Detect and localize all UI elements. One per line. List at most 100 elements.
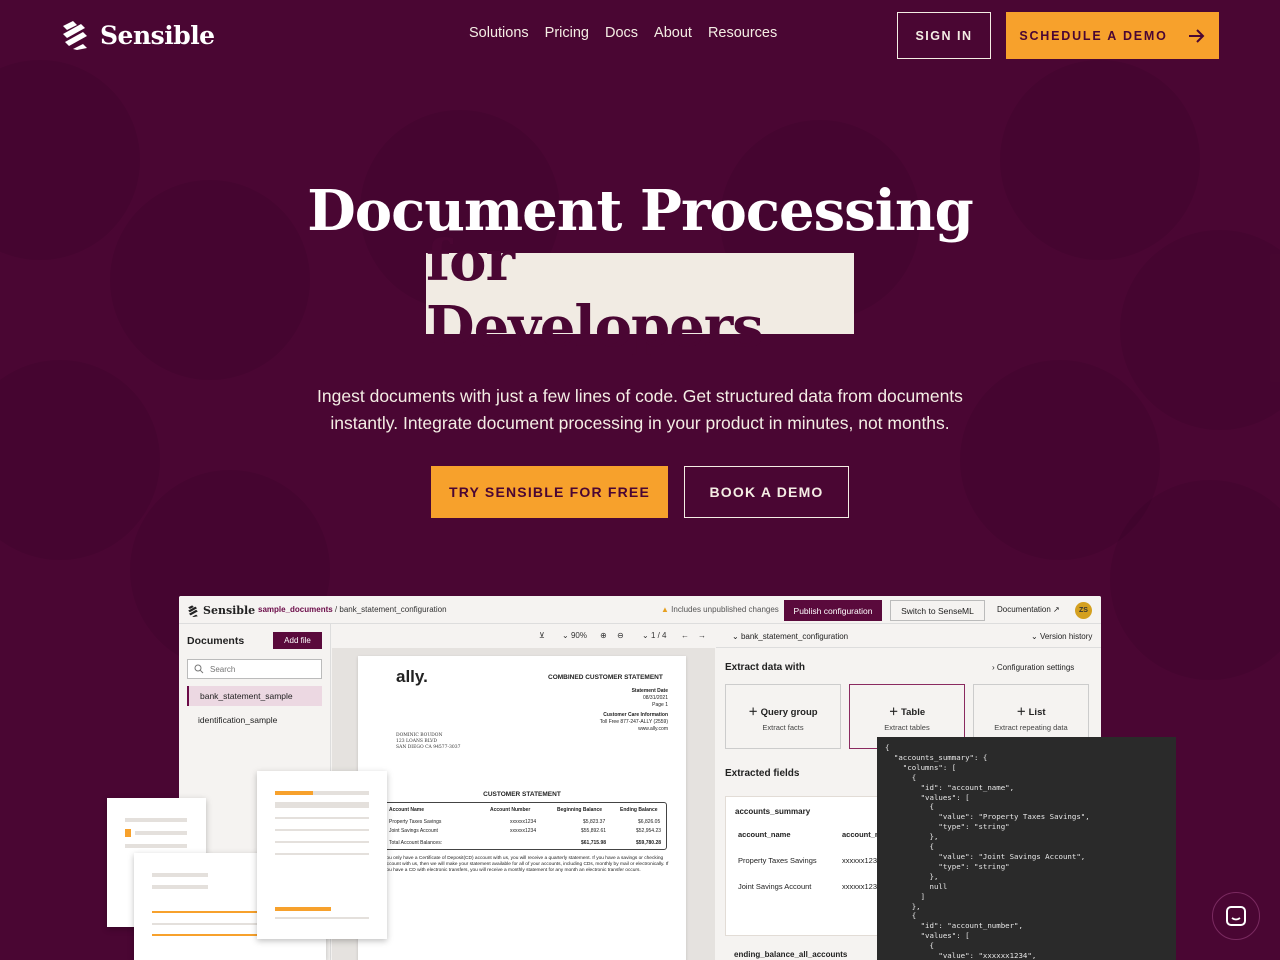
top-navigation: Sensible Solutions Pricing Docs About Re… xyxy=(0,0,1280,70)
nav-link-about[interactable]: About xyxy=(654,25,692,41)
schedule-demo-button[interactable]: SCHEDULE A DEMO xyxy=(1006,12,1219,59)
doc-row1-begin: $5,823.37 xyxy=(583,819,606,825)
viewer-toolbar: ⊻ ⌄ 90% ⊕ ⊖ ⌄ 1 / 4 ← → xyxy=(332,624,715,648)
version-history-label: Version history xyxy=(1039,632,1093,641)
doc-accounts-table: Account Name Account Number Beginning Ba… xyxy=(384,802,667,850)
warning-text: Includes unpublished changes xyxy=(671,605,779,614)
field-row2-number: xxxxxx1234 xyxy=(842,882,882,891)
switch-senseml-button[interactable]: Switch to SenseML xyxy=(890,600,985,621)
card-query-group-title: ＋ Query group xyxy=(726,704,840,718)
version-history-toggle[interactable]: ⌄ Version history xyxy=(1031,632,1092,641)
card-table-label: Table xyxy=(901,707,926,718)
document-page: ally. COMBINED CUSTOMER STATEMENT Statem… xyxy=(358,656,686,960)
doc-total-label: Total Account Balances: xyxy=(389,840,443,846)
card-list-sub: Extract repeating data xyxy=(994,723,1068,732)
config-panel-bar: ⌄ bank_statement_configuration ⌄ Version… xyxy=(716,624,1101,648)
plus-icon: ＋ xyxy=(888,707,902,718)
sensible-logo-icon xyxy=(63,21,87,50)
nav-link-resources[interactable]: Resources xyxy=(708,25,777,41)
inbox-icon[interactable]: ⊻ xyxy=(539,631,545,640)
doc-header: COMBINED CUSTOMER STATEMENT xyxy=(548,674,663,681)
document-illustration-3 xyxy=(257,771,387,939)
ally-logo: ally. xyxy=(396,667,428,686)
doc-address: DOMINIC BOUDON 123 LOANS BLVD SAN DIEGO … xyxy=(396,733,461,751)
sidebar-item-identification[interactable]: identification_sample xyxy=(187,710,322,730)
doc-row2-number: xxxxxx1234 xyxy=(510,828,537,834)
search-icon xyxy=(194,664,204,674)
card-query-group-sub: Extract facts xyxy=(762,723,804,732)
try-sensible-button[interactable]: TRY SENSIBLE FOR FREE xyxy=(431,466,668,518)
card-table-sub: Extract tables xyxy=(884,723,930,732)
doc-row1-name: Property Taxes Savings xyxy=(389,819,442,825)
breadcrumb-folder[interactable]: sample_documents xyxy=(258,605,333,614)
doc-col-begin: Beginning Balance xyxy=(557,807,603,813)
configuration-settings-link[interactable]: › Configuration settings xyxy=(992,663,1074,672)
book-demo-button[interactable]: BOOK A DEMO xyxy=(684,466,849,518)
nav-link-solutions[interactable]: Solutions xyxy=(469,25,529,41)
page-indicator: 1 / 4 xyxy=(650,631,667,640)
nav-link-docs[interactable]: Docs xyxy=(605,25,638,41)
chat-launcher-button[interactable] xyxy=(1212,892,1260,940)
card-query-group-label: Query group xyxy=(760,707,818,718)
doc-row2-begin: $55,892.61 xyxy=(581,828,607,834)
hero-subtitle: Ingest documents with just a few lines o… xyxy=(280,383,1000,437)
nav-links: Solutions Pricing Docs About Resources xyxy=(469,25,777,41)
app-breadcrumb: sample_documents / bank_statement_config… xyxy=(258,605,447,614)
zoom-in-icon[interactable]: ⊕ xyxy=(600,631,607,640)
card-list-label: List xyxy=(1028,707,1046,718)
doc-total-end: $59,780.28 xyxy=(636,840,662,846)
doc-col-name: Account Name xyxy=(389,807,425,813)
doc-care-web: www.ally.com xyxy=(638,726,668,732)
doc-statement-date: 08/31/2021 xyxy=(642,695,668,701)
config-name-select[interactable]: ⌄ bank_statement_configuration xyxy=(732,632,848,641)
hero-title-highlight: for Developers xyxy=(426,228,854,360)
nav-link-pricing[interactable]: Pricing xyxy=(545,25,589,41)
documentation-label: Documentation xyxy=(997,605,1051,614)
next-page-icon[interactable]: → xyxy=(698,631,706,640)
documents-search-input[interactable] xyxy=(187,659,322,679)
doc-row1-end: $6,826.05 xyxy=(638,819,661,825)
doc-row2-name: Joint Savings Account xyxy=(389,828,438,834)
doc-total-begin: $61,715.98 xyxy=(581,840,607,846)
extracted-fields-heading: Extracted fields xyxy=(725,768,800,779)
field-col-name: account_name xyxy=(738,830,791,839)
field-group-name: accounts_summary xyxy=(735,807,811,816)
app-logo: Sensible xyxy=(187,604,255,617)
sign-in-button[interactable]: SIGN IN xyxy=(897,12,991,59)
sidebar-item-bank-statement[interactable]: bank_statement_sample xyxy=(187,686,322,706)
zoom-level: 90% xyxy=(570,631,587,640)
app-logo-text: Sensible xyxy=(203,604,256,617)
zoom-out-icon[interactable]: ⊖ xyxy=(617,631,624,640)
documents-title: Documents xyxy=(187,635,245,647)
sensible-logo[interactable]: Sensible xyxy=(60,20,215,50)
doc-page: Page 1 xyxy=(652,702,668,708)
warning-icon: ▲ xyxy=(661,605,669,614)
add-file-button[interactable]: Add file xyxy=(273,632,322,649)
json-output-panel: { "accounts_summary": { "columns": [ { "… xyxy=(877,737,1176,960)
avatar[interactable]: ZS xyxy=(1075,602,1092,619)
plus-icon: ＋ xyxy=(1016,707,1029,718)
page-select[interactable]: ⌄ 1 / 4 xyxy=(642,631,667,640)
zoom-select[interactable]: ⌄ 90% xyxy=(562,631,587,640)
external-link-icon: ↗ xyxy=(1053,605,1060,614)
documentation-link[interactable]: Documentation ↗ xyxy=(997,605,1060,614)
plus-icon: ＋ xyxy=(748,707,761,718)
prev-page-icon[interactable]: ← xyxy=(681,631,689,640)
doc-col-number: Account Number xyxy=(490,807,531,813)
document-viewer: ⊻ ⌄ 90% ⊕ ⊖ ⌄ 1 / 4 ← → ally. COMBINED C… xyxy=(332,624,715,960)
hero-subtitle-line1: Ingest documents with just a few lines o… xyxy=(317,386,963,406)
field-row2-name: Joint Savings Account xyxy=(738,882,812,891)
publish-configuration-button[interactable]: Publish configuration xyxy=(784,600,882,621)
field-row1-number: xxxxxx1234 xyxy=(842,856,882,865)
doc-row1-number: xxxxxx1234 xyxy=(510,819,537,825)
doc-care-label: Customer Care Information xyxy=(603,712,668,718)
extracted-fields-card: accounts_summary account_name account_nu… xyxy=(725,796,885,936)
field-row1-name: Property Taxes Savings xyxy=(738,856,817,865)
schedule-demo-label: SCHEDULE A DEMO xyxy=(1019,28,1168,43)
configuration-settings-label: Configuration settings xyxy=(996,663,1075,672)
doc-section-title: CUSTOMER STATEMENT xyxy=(483,791,561,798)
config-name: bank_statement_configuration xyxy=(740,632,849,641)
breadcrumb-file: bank_statement_configuration xyxy=(339,605,447,614)
card-query-group[interactable]: ＋ Query group Extract facts xyxy=(725,684,841,749)
unpublished-warning: ▲ Includes unpublished changes xyxy=(661,605,779,614)
